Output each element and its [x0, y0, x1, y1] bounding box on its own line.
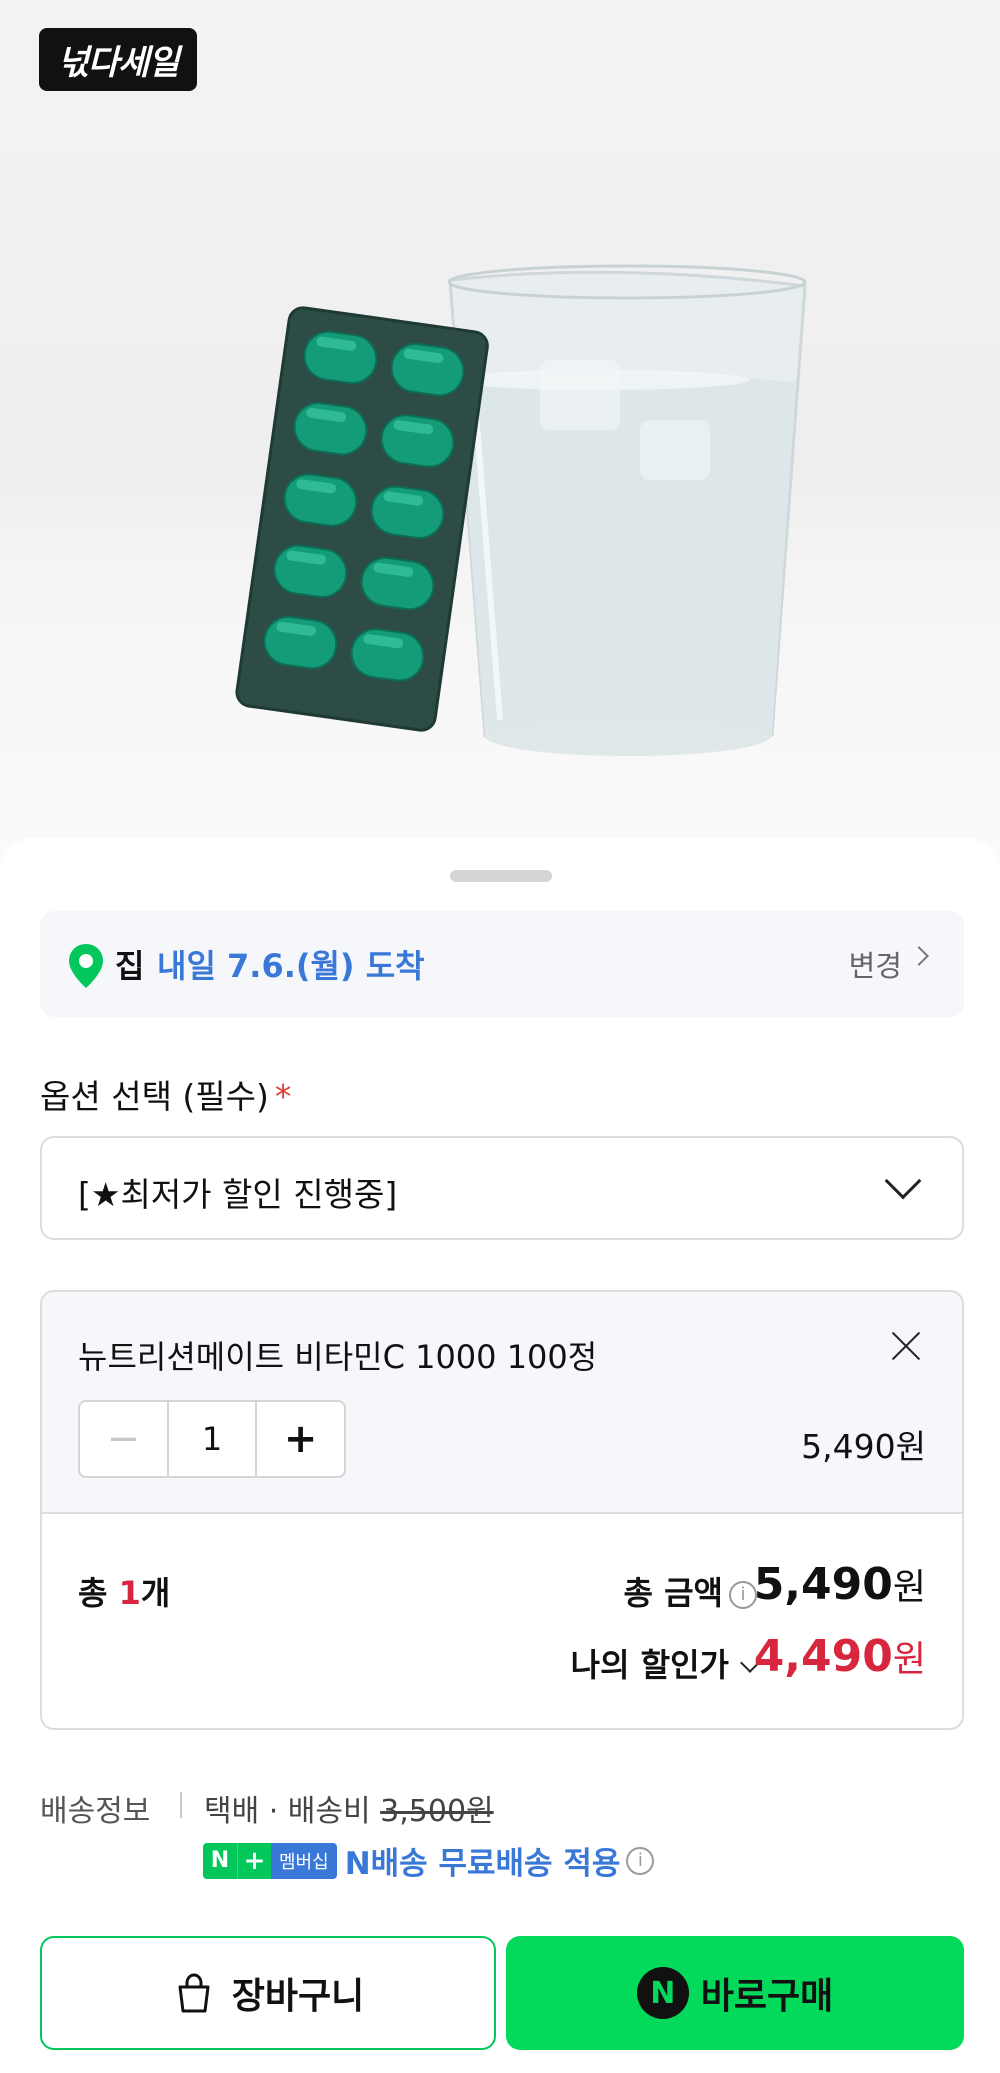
free-shipping-text: N배송 무료배송 적용 [344, 1846, 621, 1882]
delivery-arrival-date: 내일 7.6.(월) 도착 [157, 947, 425, 985]
delivery-address-box[interactable]: 집 내일 7.6.(월) 도착 변경 [40, 911, 964, 1017]
option-selected-value: [★최저가 할인 진행중] [78, 1175, 398, 1214]
remove-item-close-icon[interactable] [890, 1330, 922, 1362]
shipping-info-label: 배송정보 [40, 1794, 151, 1829]
brand-badge: 넋다세일 [39, 28, 197, 91]
buy-now-button[interactable]: N 바로구매 [506, 1936, 964, 2050]
cart-label: 장바구니 [231, 1976, 365, 2017]
total-count-prefix: 총 [78, 1574, 119, 1612]
product-photo-illustration [235, 264, 807, 756]
total-amount-value: 5,490 [753, 1559, 893, 1610]
divider [180, 1792, 182, 1818]
blister-pack [235, 306, 489, 732]
decrease-quantity-button[interactable]: − [80, 1402, 167, 1476]
badge-membership: 멤버십 [271, 1842, 337, 1879]
add-to-cart-button[interactable]: 장바구니 [40, 1936, 496, 2050]
purchase-sheet: 집 내일 7.6.(월) 도착 변경 옵션 선택 (필수) * [★최저가 할인 … [0, 838, 1000, 2073]
option-label-text: 옵션 선택 (필수) [40, 1077, 269, 1116]
naver-plus-membership-badge: N + 멤버십 [203, 1842, 337, 1879]
quantity-stepper: − 1 + [78, 1400, 346, 1478]
my-discount-price: 4,490원 [754, 1630, 926, 1682]
quantity-value[interactable]: 1 [166, 1402, 258, 1476]
required-mark: * [274, 1077, 292, 1116]
water-glass [447, 264, 807, 756]
total-amount-label: 총 금액 i [624, 1568, 757, 1614]
total-count-suffix: 개 [140, 1574, 171, 1612]
item-card-top: 뉴트리션메이트 비타민C 1000 100정 − 1 + 5,490원 [42, 1292, 962, 1514]
delivery-place: 집 [115, 947, 145, 985]
change-address-link[interactable]: 변경 [849, 943, 924, 985]
item-price: 5,490원 [801, 1427, 926, 1466]
option-label: 옵션 선택 (필수) * [40, 1070, 291, 1118]
sheet-drag-handle[interactable] [450, 870, 552, 882]
selected-item-card: 뉴트리션메이트 비타민C 1000 100정 − 1 + 5,490원 총 1개… [40, 1290, 964, 1730]
item-name: 뉴트리션메이트 비타민C 1000 100정 [78, 1338, 598, 1376]
location-pin-icon [69, 944, 103, 988]
info-icon[interactable]: i [626, 1846, 655, 1875]
change-label: 변경 [848, 949, 902, 983]
buy-label: 바로구매 [700, 1976, 834, 2017]
shipping-method-text: 택배 · 배송비 [204, 1794, 381, 1829]
shopping-bag-icon [178, 1973, 210, 2013]
badge-plus: + [237, 1842, 271, 1879]
total-count-number: 1 [118, 1574, 141, 1612]
total-amount-unit: 원 [892, 1567, 926, 1608]
shipping-fee-strikethrough: 3,500원 [380, 1794, 494, 1829]
badge-n: N [203, 1842, 237, 1879]
total-amount: 5,490원 [754, 1558, 926, 1610]
my-discount-unit: 원 [892, 1639, 926, 1680]
my-discount-label: 나의 할인가 [570, 1646, 729, 1684]
chevron-down-icon [884, 1162, 922, 1200]
membership-free-shipping: N + 멤버십 N배송 무료배송 적용 i [203, 1838, 655, 1883]
naver-logo-icon: N [636, 1967, 689, 2019]
increase-quantity-button[interactable]: + [257, 1402, 344, 1476]
total-amount-label-text: 총 금액 [623, 1574, 723, 1612]
shipping-method: 택배 · 배송비 3,500원 [204, 1786, 494, 1830]
total-count: 총 1개 [78, 1568, 170, 1614]
option-select[interactable]: [★최저가 할인 진행중] [40, 1136, 964, 1240]
product-image: 넋다세일 [0, 0, 1000, 860]
my-discount-value: 4,490 [753, 1631, 893, 1682]
my-discount-toggle[interactable]: 나의 할인가 [570, 1640, 760, 1686]
